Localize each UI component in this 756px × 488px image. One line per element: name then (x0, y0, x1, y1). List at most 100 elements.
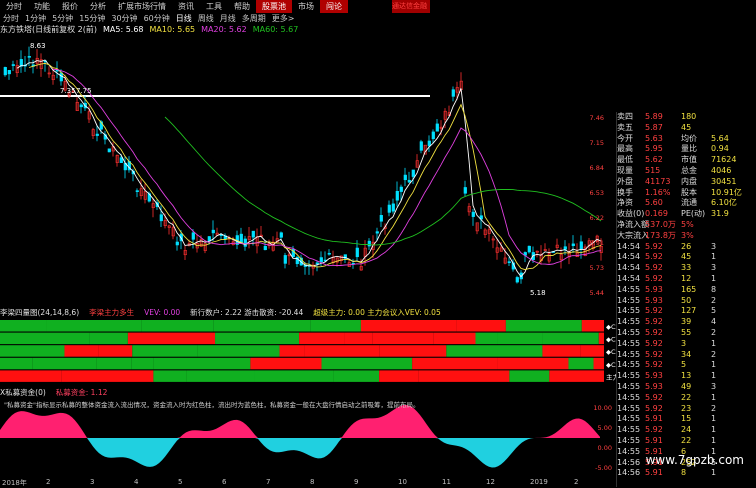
period-tab-9[interactable]: 多周期 (239, 13, 269, 24)
menu-item-5[interactable]: 资讯 (172, 0, 200, 13)
candle (463, 180, 467, 197)
menu-item-2[interactable]: 报价 (56, 0, 84, 13)
quote-cell: 8 (681, 468, 687, 478)
quote-cell: 1 (711, 392, 717, 402)
tick-row: 14:55 5.92 39 4 (617, 317, 756, 328)
candle (543, 243, 547, 252)
candle (139, 179, 143, 200)
candle (467, 203, 471, 216)
candle (435, 118, 439, 132)
menu-item-9[interactable]: 市场 (292, 0, 320, 13)
signal-band-segment (131, 357, 154, 370)
menu-item-3[interactable]: 分析 (84, 0, 112, 13)
period-tab-1[interactable]: 1分钟 (22, 13, 49, 24)
signal-band-segment (61, 370, 154, 382)
right-price-tick: 6.84 (590, 164, 604, 172)
quote-cell: 5.92 (645, 360, 663, 370)
quote-cell: 1.16% (645, 187, 671, 197)
candle (79, 102, 83, 114)
signal-band-segment (0, 345, 65, 357)
quote-cell: 最低 (617, 155, 633, 165)
period-tab-2[interactable]: 5分钟 (49, 13, 76, 24)
period-tab-10[interactable]: 更多> (269, 13, 298, 24)
tick-row: 14:55 5.92 34 2 (617, 350, 756, 361)
signal-band-segment (505, 320, 582, 332)
candle (343, 254, 347, 264)
quote-cell: 5.92 (645, 425, 663, 435)
tick-row: 14:56 5.91 8 1 (617, 468, 756, 479)
signal-band-segment (344, 332, 373, 345)
right-price-tick: 6.53 (590, 189, 604, 197)
period-tab-8[interactable]: 月线 (217, 13, 239, 24)
period-tab-3[interactable]: 15分钟 (76, 13, 108, 24)
menu-item-8[interactable]: 股票池 (256, 0, 292, 13)
quote-cell: 14:55 (617, 295, 641, 305)
quote-cell: 14:55 (617, 446, 641, 456)
period-tab-0[interactable]: 分时 (0, 13, 22, 24)
quote-cell: 1 (711, 371, 717, 381)
signal-band-segment (497, 332, 543, 345)
candle (351, 258, 355, 269)
tick-row: 14:55 5.92 55 2 (617, 328, 756, 339)
signal-band-segment (213, 320, 311, 332)
quote-cell: 1 (711, 273, 717, 283)
quote-cell: 14:54 (617, 241, 641, 251)
quote-cell: 最高 (617, 144, 633, 154)
date-label: 2 (46, 478, 51, 486)
quote-cell: 22 (681, 435, 692, 445)
quote-cell: 14:55 (617, 381, 641, 391)
quote-cell: 15 (681, 414, 692, 424)
tick-row: 14:55 5.92 3 1 (617, 339, 756, 350)
candle (391, 198, 395, 214)
quote-cell: 14:54 (617, 263, 641, 273)
period-tab-5[interactable]: 60分钟 (141, 13, 173, 24)
candlestick-chart[interactable]: 7.477.166.846.536.215.905.575.448.637.35… (0, 35, 616, 303)
quote-cell: 4 (711, 317, 717, 327)
date-label: 7 (266, 478, 271, 486)
quote-cell: 14:55 (617, 392, 641, 402)
quote-cell: 5.60 (645, 198, 663, 208)
signal-band-segment (321, 357, 413, 370)
quote-cell: 6.10亿 (711, 198, 737, 208)
quote-cell: 2 (711, 295, 717, 305)
quote-cell: 33 (681, 263, 692, 273)
tick-row: 14:55 5.93 13 1 (617, 371, 756, 382)
menu-item-1[interactable]: 功能 (28, 0, 56, 13)
quote-cell: 4046 (711, 165, 732, 175)
menu-bar: 分时 功能 报价 分析 扩展市场行情 资讯 工具 帮助 股票池 市场 闯论 (0, 0, 430, 13)
quote-cell: 34 (681, 349, 692, 359)
quote-cell: 13 (681, 371, 692, 381)
quote-cell: 5.92 (645, 392, 663, 402)
osc-tick: 5.00 (598, 424, 612, 432)
menu-item-7[interactable]: 帮助 (228, 0, 256, 13)
signal-band-segment (310, 320, 361, 332)
signal-band-segment (279, 345, 305, 357)
period-tab-4[interactable]: 30分钟 (108, 13, 140, 24)
quote-cell: 1 (711, 360, 717, 370)
date-label: 5 (178, 478, 183, 486)
quote-cell: 收益(0) (617, 209, 645, 219)
period-tab-7[interactable]: 周线 (195, 13, 217, 24)
candle (415, 154, 419, 168)
candle (267, 239, 271, 249)
sub1-label-b: VEV: 0.00 (144, 307, 181, 317)
signal-band-segment (372, 332, 434, 345)
menu-item-10[interactable]: 闯论 (320, 0, 348, 13)
quote-cell: 39 (681, 317, 692, 327)
quote-cell: 22 (681, 392, 692, 402)
menu-item-0[interactable]: 分时 (0, 0, 28, 13)
candle (195, 234, 199, 253)
tick-row: 14:55 5.93 165 8 (617, 285, 756, 296)
quote-cell: 14:55 (617, 371, 641, 381)
signal-band-segment (456, 320, 506, 332)
period-tab-6[interactable]: 日线 (173, 13, 195, 24)
menu-item-4[interactable]: 扩展市场行情 (112, 0, 172, 13)
quote-cell: 14:56 (617, 457, 641, 467)
band-right-label: ◆C草 (606, 347, 616, 356)
date-label: 2019 (530, 478, 548, 486)
candle (175, 236, 179, 251)
tick-row: 14:54 5.92 26 3 (617, 242, 756, 253)
menu-item-6[interactable]: 工具 (200, 0, 228, 13)
candle (255, 228, 259, 254)
signal-band-segment (412, 357, 498, 370)
